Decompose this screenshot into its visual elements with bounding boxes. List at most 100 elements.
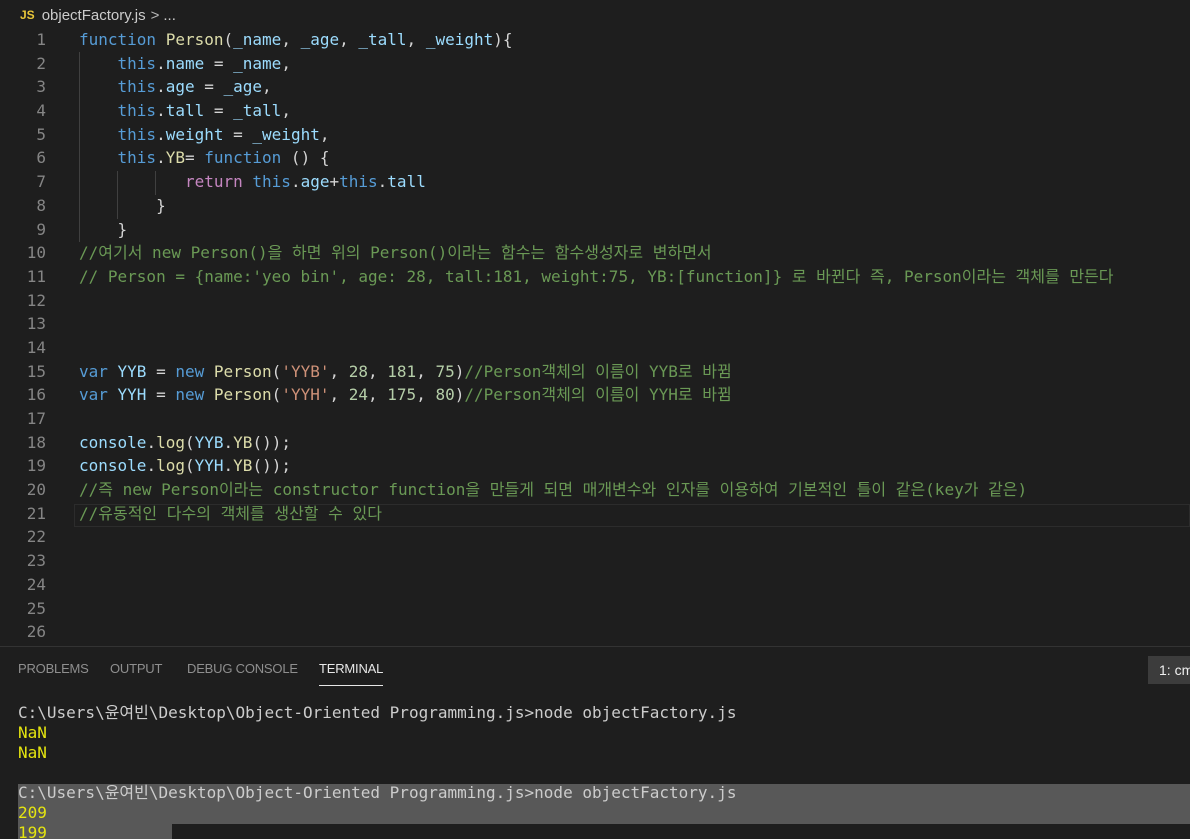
code-line[interactable]: 22 [0,525,1190,549]
code-line[interactable]: 3 this.age = _age, [0,75,1190,99]
code-token: . [223,456,234,476]
code-token: YB [233,456,253,476]
tab-terminal[interactable]: TERMINAL [319,661,383,686]
code-token: 28 [348,361,369,381]
tab-output[interactable]: OUTPUT [110,661,162,676]
code-token: + [329,172,340,192]
code-text: //즉 new Person이라는 constructor function을 … [79,478,1027,502]
code-line[interactable]: 18 console.log(YYB.YB()); [0,431,1190,455]
code-text: this.age = _age, [79,75,272,99]
code-text: console.log(YYH.YB()); [79,454,291,478]
code-token: , [281,30,301,49]
code-token: . [156,124,166,144]
code-line[interactable]: 2 this.name = _name, [0,52,1190,76]
code-token: _tall [358,30,407,49]
code-token: console [79,432,147,452]
code-token: age [300,172,330,192]
code-editor[interactable]: 1 function Person(_name, _age, _tall, _we… [0,28,1190,646]
code-token: function [79,30,166,49]
code-token: this [339,172,378,192]
code-token: //Person객체의 이름이 YYH로 바뀜 [464,385,732,405]
code-line[interactable]: 8 } [0,194,1190,218]
chevron-right-icon: > [150,6,160,24]
line-number: 8 [36,195,46,215]
code-token: 'YYB' [281,361,330,381]
code-token: weight [165,124,224,144]
code-token: ( [184,456,195,476]
code-text: this.tall = _tall, [79,99,291,123]
javascript-file-icon: JS [20,8,35,22]
code-line[interactable]: 19 console.log(YYH.YB()); [0,454,1190,478]
code-token: , [329,361,349,381]
line-number: 3 [36,77,46,97]
code-token: ()); [252,456,291,476]
code-line[interactable]: 13 [0,312,1190,336]
terminal-output-line: NaN [18,723,47,742]
line-number: 17 [26,409,46,428]
code-token: . [290,172,301,192]
code-token: ( [184,432,195,452]
terminal-output-line: 199 [18,823,47,839]
code-token: 75 [435,361,455,381]
code-token: _age [300,30,340,49]
code-line[interactable]: 6 this.YB= function () { [0,146,1190,170]
code-line[interactable]: 25 [0,597,1190,621]
code-line[interactable]: 5 this.weight = _weight, [0,123,1190,147]
code-line[interactable]: 12 [0,289,1190,313]
code-line[interactable]: 15 var YYB = new Person('YYB', 28, 181, 7… [0,360,1190,384]
code-token: = [204,53,234,73]
breadcrumb-more[interactable]: ... [163,7,176,24]
code-token: } [79,195,166,215]
code-token: Person [213,361,272,381]
code-token: YYH [194,456,224,476]
tab-debug-console[interactable]: DEBUG CONSOLE [187,661,298,676]
code-text: function Person(_name, _age, _tall, _wei… [79,28,513,52]
code-line[interactable]: 9 } [0,218,1190,242]
code-token: , [329,385,349,405]
code-token: , [416,361,436,381]
code-token: this [117,77,157,97]
code-token: = [146,385,176,405]
code-line[interactable]: 4 this.tall = _tall, [0,99,1190,123]
line-number: 4 [36,101,46,121]
code-line[interactable]: 23 [0,549,1190,573]
code-token: 80 [435,385,455,405]
code-line[interactable]: 17 [0,407,1190,431]
code-token: _name [233,30,282,49]
code-token: = [146,361,176,381]
code-token: this [117,53,157,73]
terminal-selector[interactable]: 1: cmd [1148,656,1190,684]
code-token: YB [233,432,253,452]
line-number: 19 [26,456,46,476]
tab-problems[interactable]: PROBLEMS [18,661,89,676]
line-number: 1 [36,30,46,49]
code-token: //유동적인 다수의 객체를 생산할 수 있다 [79,503,382,523]
code-line[interactable]: 16 var YYH = new Person('YYH', 24, 175, 8… [0,383,1190,407]
code-line[interactable]: 20 //즉 new Person이라는 constructor function… [0,478,1190,502]
code-token: //즉 new Person이라는 constructor function을 … [79,480,1028,500]
code-token: , [281,53,291,73]
code-line[interactable]: 26 [0,620,1190,644]
code-line[interactable]: 21 //유동적인 다수의 객체를 생산할 수 있다 [0,502,1190,526]
terminal-prompt-line: C:\Users\윤여빈\Desktop\Object-Oriented Pro… [18,703,737,722]
code-token: ) [454,385,465,405]
code-token: return [184,172,243,192]
code-line[interactable]: 24 [0,573,1190,597]
breadcrumb-file[interactable]: objectFactory.js [42,7,146,24]
terminal-output-line: 209 [18,803,47,822]
code-text: this.YB= function () { [79,146,330,170]
code-line[interactable]: 1 function Person(_name, _age, _tall, _we… [0,28,1190,52]
code-token: 24 [348,385,369,405]
code-line[interactable]: 14 [0,336,1190,360]
code-token: _weight [252,124,320,144]
code-line[interactable]: 7 return this.age+this.tall [0,170,1190,194]
code-token: = [223,124,253,144]
code-line[interactable]: 11 // Person = {name:'yeo bin', age: 28, … [0,265,1190,289]
code-text: } [79,194,166,218]
code-line[interactable]: 10 //여기서 new Person()을 하면 위의 Person()이라는 … [0,241,1190,265]
code-token: name [165,53,205,73]
line-number: 26 [26,622,46,642]
terminal-output[interactable]: C:\Users\윤여빈\Desktop\Object-Oriented Pro… [18,703,1190,839]
